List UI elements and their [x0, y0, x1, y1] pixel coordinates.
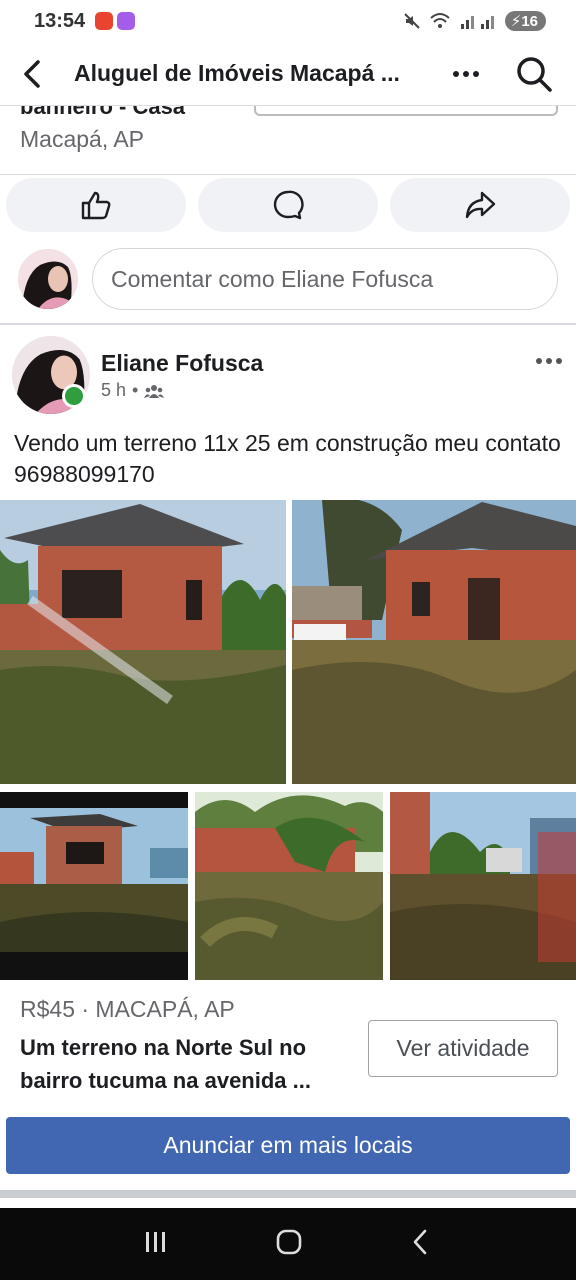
listing-title[interactable]: Um terreno na Norte Sul no bairro tucuma… [20, 1031, 350, 1097]
comment-row: Comentar como Eliane Fofusca [18, 248, 558, 310]
group-icon [144, 384, 165, 398]
more-dots-icon [473, 70, 479, 77]
home-button[interactable] [275, 1228, 303, 1261]
share-button[interactable] [390, 178, 570, 232]
avatar[interactable] [18, 249, 78, 309]
post-photo[interactable] [0, 792, 188, 980]
back-nav-button[interactable] [409, 1228, 433, 1261]
previous-post-location: Macapá, AP [20, 126, 145, 152]
photo-grid [0, 500, 576, 980]
mute-icon [404, 13, 420, 29]
post-actions [6, 178, 570, 232]
search-icon [517, 56, 552, 92]
post-photo[interactable] [390, 792, 576, 980]
battery-level: 16 [521, 13, 538, 30]
more-dots-icon [546, 358, 552, 364]
post-time[interactable]: 5 h [101, 380, 126, 401]
app-header: Aluguel de Imóveis Macapá ... [0, 42, 576, 106]
app-notification-icon [95, 12, 114, 30]
recent-apps-button[interactable] [143, 1229, 169, 1260]
feed-separator [0, 1190, 576, 1198]
back-button[interactable] [20, 54, 56, 94]
post-meta: 5 h • [101, 380, 165, 401]
listing-price-location: R$45 · MACAPÁ, AP [20, 996, 235, 1022]
recent-apps-icon [146, 1231, 165, 1252]
more-dots-icon [453, 70, 459, 77]
comment-input[interactable]: Comentar como Eliane Fofusca [92, 248, 558, 310]
status-time: 13:54 [34, 9, 86, 32]
post-author[interactable]: Eliane Fofusca [101, 350, 263, 377]
wifi-icon [430, 13, 450, 28]
comment-button[interactable] [198, 178, 378, 232]
online-status-indicator [62, 384, 86, 408]
like-icon [81, 191, 111, 220]
back-arrow-icon [24, 59, 40, 88]
house-photo-image [0, 792, 188, 980]
share-icon [465, 191, 496, 219]
more-dots-icon [463, 70, 469, 77]
avatar-image [18, 249, 78, 309]
divider [0, 174, 576, 175]
post-photo[interactable] [195, 792, 383, 980]
more-dots-icon [556, 358, 562, 364]
notification-icons [95, 12, 136, 30]
previous-post-button-edge[interactable] [254, 106, 558, 116]
more-dots-icon [536, 358, 542, 364]
house-photo-image [0, 500, 286, 784]
post-photo[interactable] [0, 500, 286, 784]
promote-listing-button[interactable]: Anunciar em mais locais [6, 1117, 570, 1174]
post-more-button[interactable] [536, 358, 562, 364]
post-photo[interactable] [292, 500, 576, 784]
system-nav-bar [0, 1208, 576, 1280]
signal-icon [460, 16, 494, 29]
comment-icon [273, 190, 304, 220]
status-bar: 13:54 ⚡16 [0, 0, 576, 42]
like-button[interactable] [6, 178, 186, 232]
house-photo-image [292, 500, 576, 784]
post-text: Vendo um terreno 11x 25 em construção me… [14, 430, 561, 487]
comment-placeholder: Comentar como Eliane Fofusca [111, 265, 434, 292]
yard-photo-image [390, 792, 576, 980]
meta-separator: • [132, 380, 139, 400]
previous-post: banheiro - Casa Macapá, AP Comentar como… [0, 94, 576, 324]
post-separator [0, 323, 576, 325]
back-nav-icon [413, 1229, 427, 1254]
page-title: Aluguel de Imóveis Macapá ... [74, 60, 400, 86]
marketplace-listing: R$45 · MACAPÁ, AP Um terreno na Norte Su… [20, 996, 560, 1097]
battery-icon: ⚡16 [504, 11, 546, 31]
home-icon [276, 1229, 302, 1254]
more-options-button[interactable] [446, 70, 486, 77]
search-button[interactable] [514, 54, 554, 94]
app-notification-icon [117, 12, 136, 30]
yard-photo-image [195, 792, 383, 980]
view-activity-button[interactable]: Ver atividade [368, 1020, 558, 1077]
